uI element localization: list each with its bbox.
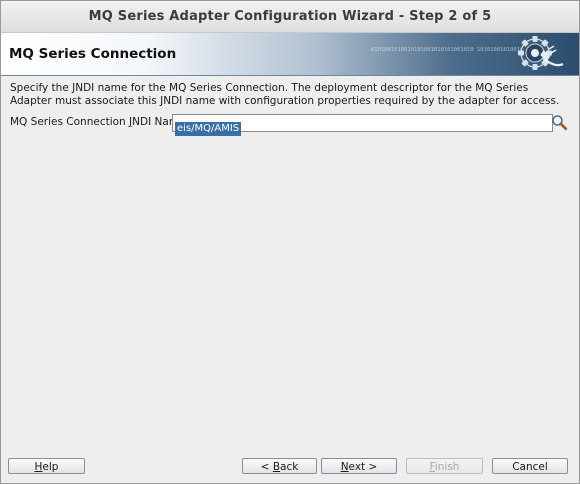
jndi-name-label: MQ Series Connection JNDI Name <box>10 114 186 130</box>
gear-plug-icon <box>513 34 567 74</box>
jndi-name-value[interactable]: eis/MQ/AMIS <box>175 122 242 136</box>
jndi-row: MQ Series Connection JNDI Name eis/MQ/AM… <box>10 114 570 136</box>
step-title: MQ Series Connection <box>9 46 177 62</box>
window-title: MQ Series Adapter Configuration Wizard -… <box>88 9 492 24</box>
finish-label: inish <box>434 461 460 473</box>
back-arrow: < <box>260 461 273 473</box>
step-content: Specify the JNDI name for the MQ Series … <box>10 82 570 107</box>
jndi-name-input[interactable]: eis/MQ/AMIS <box>172 114 553 136</box>
back-label: ack <box>280 461 299 473</box>
browse-jndi-button[interactable] <box>551 114 568 131</box>
next-button[interactable]: Next > <box>321 458 397 474</box>
back-button[interactable]: < Back <box>242 458 317 474</box>
cancel-button[interactable]: Cancel <box>492 458 568 474</box>
finish-button[interactable]: Finish <box>406 458 483 474</box>
magnifier-icon <box>552 115 568 131</box>
help-button[interactable]: Help <box>8 458 85 474</box>
jndi-label-text: MQ Series Connection <box>10 116 130 128</box>
banner-binary-decoration: 0101001010010101001010101001010 10101001… <box>371 47 521 53</box>
next-label: ext > <box>348 461 378 473</box>
help-label: elp <box>42 461 59 473</box>
next-mnemonic: N <box>340 461 349 473</box>
window-titlebar[interactable]: MQ Series Adapter Configuration Wizard -… <box>1 1 579 33</box>
step-description: Specify the JNDI name for the MQ Series … <box>10 82 560 107</box>
wizard-window: MQ Series Adapter Configuration Wizard -… <box>0 0 580 484</box>
step-banner: MQ Series Connection 0101001010010101001… <box>1 33 579 76</box>
back-mnemonic: B <box>272 461 281 473</box>
